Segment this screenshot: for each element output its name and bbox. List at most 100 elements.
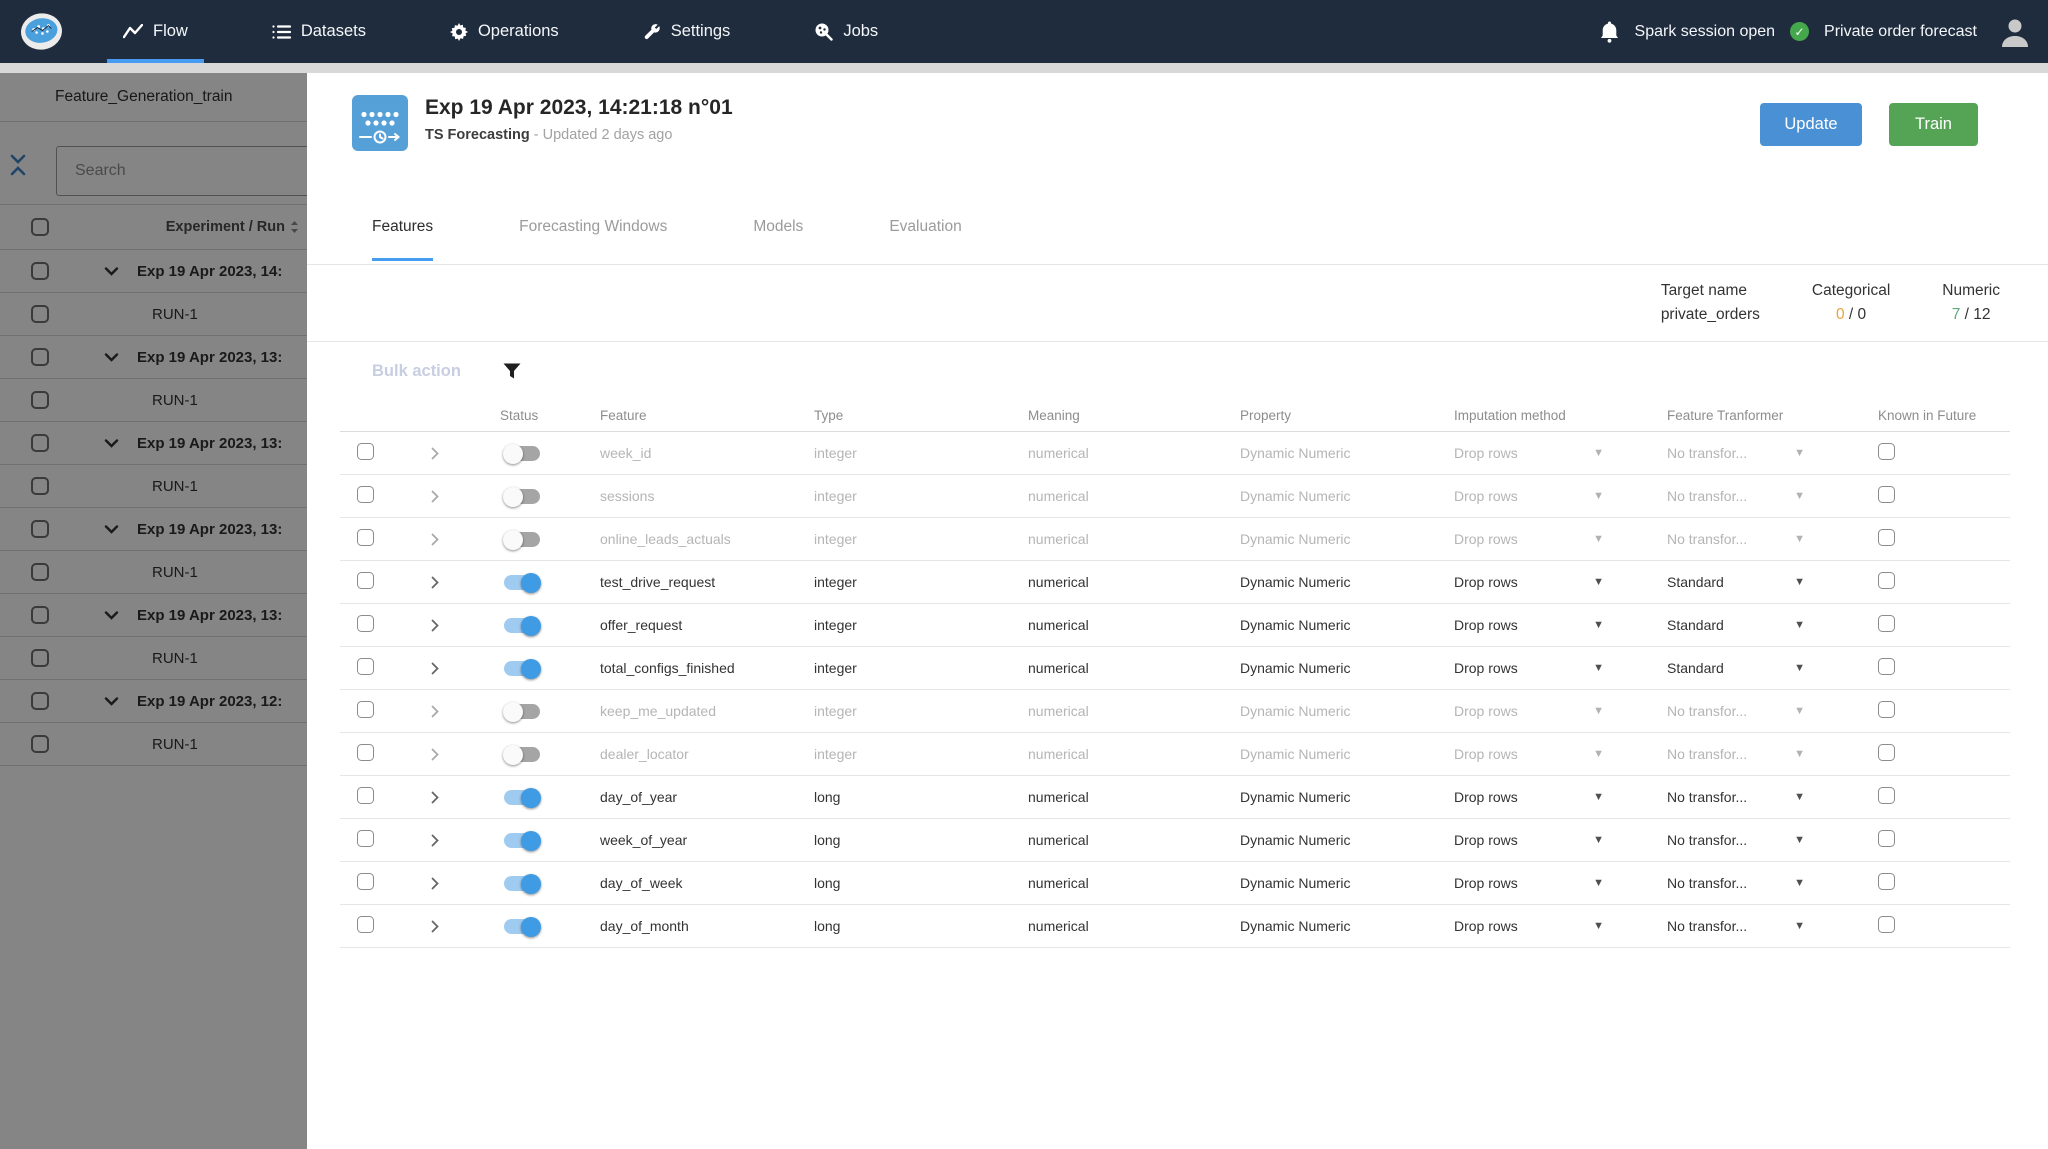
row-checkbox[interactable] <box>357 486 374 503</box>
known-in-future-checkbox[interactable] <box>1878 529 1895 546</box>
imputation-select[interactable]: Drop rows ▼ <box>1454 660 1667 676</box>
nav-item-settings[interactable]: Settings <box>627 0 747 63</box>
status-toggle[interactable] <box>504 873 541 894</box>
nav-item-operations[interactable]: Operations <box>434 0 575 63</box>
run-row[interactable]: RUN-1 <box>0 465 307 508</box>
transformer-select[interactable]: No transfor... ▼ <box>1667 832 1878 848</box>
transformer-select[interactable]: No transfor... ▼ <box>1667 703 1878 719</box>
known-in-future-checkbox[interactable] <box>1878 787 1895 804</box>
chevron-right-icon[interactable] <box>400 748 470 761</box>
chevron-right-icon[interactable] <box>400 920 470 933</box>
known-in-future-checkbox[interactable] <box>1878 615 1895 632</box>
row-checkbox[interactable] <box>357 443 374 460</box>
transformer-select[interactable]: No transfor... ▼ <box>1667 488 1878 504</box>
project-name[interactable]: Private order forecast <box>1824 23 1977 41</box>
row-checkbox[interactable] <box>357 615 374 632</box>
row-checkbox[interactable] <box>357 744 374 761</box>
chevron-right-icon[interactable] <box>400 447 470 460</box>
chevron-down-icon[interactable] <box>104 438 119 448</box>
imputation-select[interactable]: Drop rows ▼ <box>1454 531 1667 547</box>
imputation-select[interactable]: Drop rows ▼ <box>1454 746 1667 762</box>
status-toggle[interactable] <box>504 916 541 937</box>
imputation-select[interactable]: Drop rows ▼ <box>1454 918 1667 934</box>
row-checkbox[interactable] <box>357 658 374 675</box>
row-checkbox[interactable] <box>31 305 49 323</box>
known-in-future-checkbox[interactable] <box>1878 916 1895 933</box>
known-in-future-checkbox[interactable] <box>1878 830 1895 847</box>
status-toggle[interactable] <box>503 701 540 722</box>
chevron-right-icon[interactable] <box>400 619 470 632</box>
experiment-row[interactable]: Exp 19 Apr 2023, 14: <box>0 250 307 293</box>
chevron-right-icon[interactable] <box>400 662 470 675</box>
transformer-select[interactable]: No transfor... ▼ <box>1667 789 1878 805</box>
status-toggle[interactable] <box>503 529 540 550</box>
known-in-future-checkbox[interactable] <box>1878 658 1895 675</box>
collapse-all-icon[interactable] <box>10 154 26 176</box>
tab-features[interactable]: Features <box>372 208 434 264</box>
transformer-select[interactable]: Standard ▼ <box>1667 617 1878 633</box>
row-checkbox[interactable] <box>357 830 374 847</box>
row-checkbox[interactable] <box>357 701 374 718</box>
known-in-future-checkbox[interactable] <box>1878 701 1895 718</box>
chevron-right-icon[interactable] <box>400 705 470 718</box>
tab-forecasting-windows[interactable]: Forecasting Windows <box>519 208 667 264</box>
status-toggle[interactable] <box>503 744 540 765</box>
row-checkbox[interactable] <box>31 606 49 624</box>
select-all-experiments-checkbox[interactable] <box>31 218 49 236</box>
row-checkbox[interactable] <box>31 520 49 538</box>
row-checkbox[interactable] <box>31 735 49 753</box>
app-logo[interactable] <box>18 0 65 63</box>
known-in-future-checkbox[interactable] <box>1878 443 1895 460</box>
transformer-select[interactable]: No transfor... ▼ <box>1667 746 1878 762</box>
row-checkbox[interactable] <box>357 572 374 589</box>
row-checkbox[interactable] <box>31 692 49 710</box>
known-in-future-checkbox[interactable] <box>1878 873 1895 890</box>
chevron-right-icon[interactable] <box>400 576 470 589</box>
chevron-right-icon[interactable] <box>400 877 470 890</box>
known-in-future-checkbox[interactable] <box>1878 744 1895 761</box>
update-button[interactable]: Update <box>1760 103 1862 146</box>
bulk-action-button[interactable]: Bulk action <box>372 362 461 381</box>
train-button[interactable]: Train <box>1889 103 1978 146</box>
experiment-row[interactable]: Exp 19 Apr 2023, 13: <box>0 508 307 551</box>
transformer-select[interactable]: No transfor... ▼ <box>1667 531 1878 547</box>
tab-evaluation[interactable]: Evaluation <box>889 208 961 264</box>
row-checkbox[interactable] <box>357 916 374 933</box>
chevron-down-icon[interactable] <box>104 610 119 620</box>
row-checkbox[interactable] <box>357 529 374 546</box>
notifications-bell-icon[interactable] <box>1599 20 1620 44</box>
imputation-select[interactable]: Drop rows ▼ <box>1454 703 1667 719</box>
imputation-select[interactable]: Drop rows ▼ <box>1454 488 1667 504</box>
imputation-select[interactable]: Drop rows ▼ <box>1454 617 1667 633</box>
experiment-run-column-header[interactable]: Experiment / Run <box>166 219 307 235</box>
chevron-down-icon[interactable] <box>104 266 119 276</box>
chevron-right-icon[interactable] <box>400 791 470 804</box>
transformer-select[interactable]: Standard ▼ <box>1667 574 1878 590</box>
user-avatar[interactable] <box>1998 15 2032 49</box>
experiment-row[interactable]: Exp 19 Apr 2023, 13: <box>0 422 307 465</box>
tab-models[interactable]: Models <box>753 208 803 264</box>
known-in-future-checkbox[interactable] <box>1878 486 1895 503</box>
chevron-down-icon[interactable] <box>104 524 119 534</box>
search-input[interactable] <box>56 146 307 196</box>
chevron-right-icon[interactable] <box>400 834 470 847</box>
status-toggle[interactable] <box>504 787 541 808</box>
imputation-select[interactable]: Drop rows ▼ <box>1454 832 1667 848</box>
experiment-row[interactable]: Exp 19 Apr 2023, 13: <box>0 336 307 379</box>
row-checkbox[interactable] <box>31 477 49 495</box>
experiment-row[interactable]: Exp 19 Apr 2023, 13: <box>0 594 307 637</box>
run-row[interactable]: RUN-1 <box>0 379 307 422</box>
row-checkbox[interactable] <box>31 649 49 667</box>
run-row[interactable]: RUN-1 <box>0 551 307 594</box>
row-checkbox[interactable] <box>31 262 49 280</box>
imputation-select[interactable]: Drop rows ▼ <box>1454 789 1667 805</box>
imputation-select[interactable]: Drop rows ▼ <box>1454 445 1667 461</box>
row-checkbox[interactable] <box>31 434 49 452</box>
imputation-select[interactable]: Drop rows ▼ <box>1454 875 1667 891</box>
transformer-select[interactable]: No transfor... ▼ <box>1667 445 1878 461</box>
status-toggle[interactable] <box>504 572 541 593</box>
row-checkbox[interactable] <box>31 348 49 366</box>
chevron-down-icon[interactable] <box>104 352 119 362</box>
row-checkbox[interactable] <box>357 873 374 890</box>
transformer-select[interactable]: No transfor... ▼ <box>1667 918 1878 934</box>
